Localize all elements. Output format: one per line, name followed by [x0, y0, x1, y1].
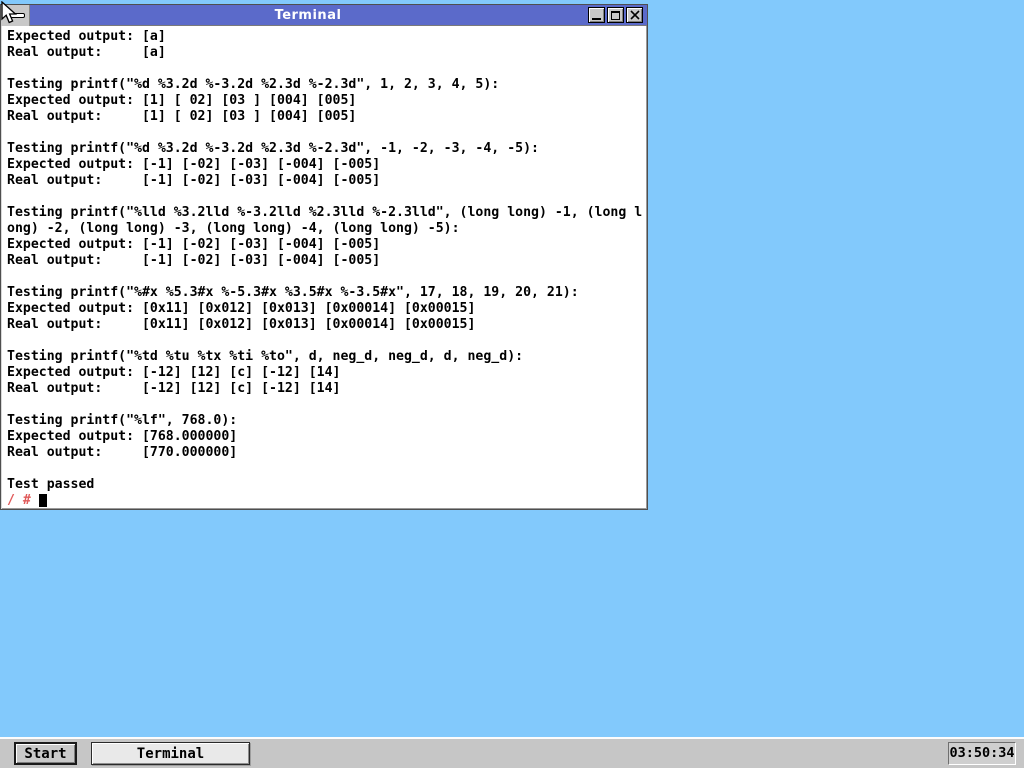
terminal-line [7, 189, 645, 205]
terminal-line: ong) -2, (long long) -3, (long long) -4,… [7, 221, 645, 237]
terminal-output[interactable]: Expected output: [a]Real output: [a] Tes… [3, 27, 645, 507]
terminal-window: Terminal Expected output: [a]Real output… [0, 4, 648, 510]
text-cursor [39, 494, 47, 508]
start-button[interactable]: Start [14, 742, 77, 765]
maximize-icon [611, 11, 620, 20]
terminal-line: Real output: [0x11] [0x012] [0x013] [0x0… [7, 317, 645, 333]
terminal-line: Real output: [-12] [12] [c] [-12] [14] [7, 381, 645, 397]
terminal-titlebar[interactable]: Terminal [1, 5, 647, 26]
terminal-line: Testing printf("%lld %3.2lld %-3.2lld %2… [7, 205, 645, 221]
terminal-line [7, 125, 645, 141]
terminal-line [7, 397, 645, 413]
minimize-icon [592, 18, 601, 20]
terminal-line: Testing printf("%td %tu %tx %ti %to", d,… [7, 349, 645, 365]
terminal-line: Testing printf("%d %3.2d %-3.2d %2.3d %-… [7, 77, 645, 93]
taskbar-item-terminal[interactable]: Terminal [91, 742, 250, 765]
terminal-line: Expected output: [-1] [-02] [-03] [-004]… [7, 237, 645, 253]
terminal-line [7, 333, 645, 349]
terminal-line: Expected output: [1] [ 02] [03 ] [004] [… [7, 93, 645, 109]
terminal-lines: Expected output: [a]Real output: [a] Tes… [7, 29, 645, 493]
terminal-line: Testing printf("%d %3.2d %-3.2d %2.3d %-… [7, 141, 645, 157]
terminal-line: Testing printf("%lf", 768.0): [7, 413, 645, 429]
terminal-line: Real output: [770.000000] [7, 445, 645, 461]
close-icon [630, 10, 640, 20]
terminal-line: Real output: [1] [ 02] [03 ] [004] [005] [7, 109, 645, 125]
terminal-line: Expected output: [-12] [12] [c] [-12] [1… [7, 365, 645, 381]
dash-icon [6, 13, 25, 18]
terminal-line: Expected output: [0x11] [0x012] [0x013] … [7, 301, 645, 317]
terminal-line [7, 461, 645, 477]
terminal-line: Real output: [-1] [-02] [-03] [-004] [-0… [7, 253, 645, 269]
maximize-button[interactable] [607, 7, 624, 23]
terminal-line: Real output: [a] [7, 45, 645, 61]
prompt-line: / # [7, 493, 645, 507]
terminal-line [7, 61, 645, 77]
terminal-line: Test passed [7, 477, 645, 493]
window-title: Terminal [30, 5, 586, 26]
shell-prompt: / # [7, 493, 31, 507]
taskbar: Start Terminal 03:50:34 [0, 737, 1024, 768]
terminal-line: Real output: [-1] [-02] [-03] [-004] [-0… [7, 173, 645, 189]
terminal-line: Expected output: [a] [7, 29, 645, 45]
terminal-line: Expected output: [768.000000] [7, 429, 645, 445]
terminal-line: Expected output: [-1] [-02] [-03] [-004]… [7, 157, 645, 173]
terminal-line [7, 269, 645, 285]
minimize-button[interactable] [588, 7, 605, 23]
window-controls [586, 7, 647, 23]
window-menu-button[interactable] [1, 5, 30, 26]
taskbar-clock: 03:50:34 [948, 742, 1016, 765]
terminal-line: Testing printf("%#x %5.3#x %-5.3#x %3.5#… [7, 285, 645, 301]
close-button[interactable] [626, 7, 643, 23]
